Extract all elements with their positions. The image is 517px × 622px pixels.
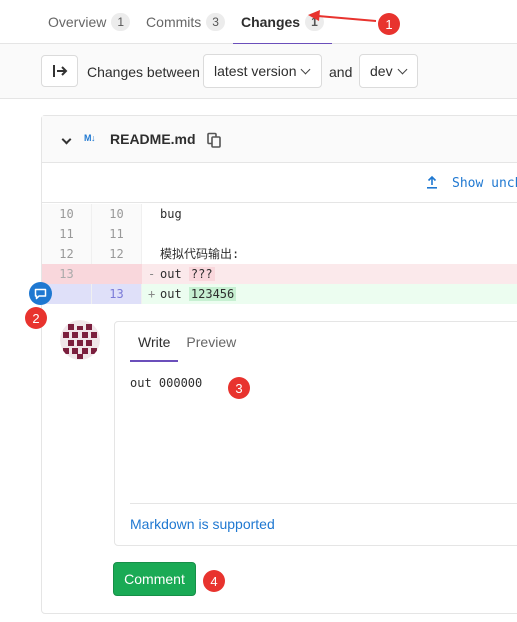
line-sign: + [148, 287, 156, 301]
line-content: 模拟代码输出: [142, 244, 517, 264]
add-comment-button[interactable] [29, 282, 52, 305]
line-content [142, 224, 517, 244]
line-text: out [160, 287, 189, 301]
line-text: out [160, 267, 189, 281]
chevron-down-icon[interactable] [61, 134, 72, 145]
line-text: 模拟代码输出: [160, 247, 240, 261]
editor-footer: Markdown is supported [130, 503, 517, 532]
annotation-marker-2: 2 [25, 307, 47, 329]
editor-tabs: Write Preview [130, 322, 244, 362]
annotation-marker-1: 1 [378, 13, 400, 35]
line-sign [148, 244, 160, 264]
file-name[interactable]: README.md [110, 131, 196, 147]
changes-between-label: Changes between [87, 64, 200, 80]
file-header[interactable]: M↓ README.md [42, 116, 517, 163]
diff-table: 10 10 bug 11 11 12 12 模拟代码输出: 13 - out ??… [42, 204, 517, 304]
merge-request-page: Overview 1 Commits 3 Changes 1 Changes b… [0, 0, 517, 622]
unchanged-lines-bar: Show unchanged lines [42, 164, 517, 203]
branch-dropdown[interactable]: dev [359, 54, 418, 88]
diff-line-removed: 13 - out ??? [42, 264, 517, 284]
mr-tabs: Overview 1 Commits 3 Changes 1 [0, 0, 517, 45]
version-dropdown-value: latest version [214, 63, 297, 79]
line-text: bug [160, 207, 182, 221]
line-content: + out 123456 [142, 284, 517, 304]
show-unchanged-lines-link[interactable]: Show unchanged lines [452, 176, 517, 191]
comment-editor: Write Preview out 000000 Markdown is sup… [114, 321, 517, 546]
old-line-number[interactable]: 12 [42, 244, 92, 264]
and-label: and [329, 64, 353, 80]
tab-write[interactable]: Write [130, 322, 179, 362]
line-sign [148, 204, 160, 224]
annotation-arrow [308, 10, 377, 22]
diff-toolbar: Changes between latest version and dev [0, 44, 517, 99]
chevron-down-icon [301, 64, 311, 74]
diff-line: 12 12 模拟代码输出: [42, 244, 517, 264]
annotation-marker-4: 4 [203, 570, 225, 592]
comment-button[interactable]: Comment [113, 562, 196, 596]
line-sign: - [148, 267, 156, 281]
old-line-number[interactable]: 11 [42, 224, 92, 244]
version-dropdown[interactable]: latest version [203, 54, 322, 88]
chevron-down-icon [397, 64, 408, 74]
copy-icon[interactable] [206, 132, 222, 148]
branch-dropdown-value: dev [370, 63, 393, 79]
added-text-highlight: 123456 [188, 287, 237, 301]
tab-label: Changes [240, 14, 301, 30]
annotation-marker-3: 3 [228, 377, 250, 399]
tab-label: Commits [146, 14, 202, 30]
new-line-number[interactable] [92, 264, 142, 284]
diff-comment-form: Write Preview out 000000 Markdown is sup… [42, 311, 517, 611]
diff-line: 10 10 bug [42, 204, 517, 224]
new-line-number[interactable]: 12 [92, 244, 142, 264]
toggle-file-tree-button[interactable] [41, 55, 78, 87]
markdown-supported-link[interactable]: Markdown is supported [130, 516, 275, 532]
new-line-number[interactable]: 11 [92, 224, 142, 244]
comment-textarea[interactable]: out 000000 [130, 376, 202, 390]
avatar[interactable] [60, 320, 100, 360]
tab-count-badge: 1 [111, 13, 131, 31]
tab-commits[interactable]: Commits 3 [138, 0, 233, 44]
tab-preview[interactable]: Preview [178, 322, 244, 362]
tab-overview[interactable]: Overview 1 [40, 0, 138, 44]
tab-label: Overview [48, 14, 107, 30]
removed-text-highlight: ??? [188, 267, 215, 281]
old-line-number[interactable]: 13 [42, 264, 92, 284]
new-line-number[interactable]: 13 [92, 284, 142, 304]
diff-line: 11 11 [42, 224, 517, 244]
new-line-number[interactable]: 10 [92, 204, 142, 224]
line-sign [148, 224, 160, 244]
diff-file: M↓ README.md Show unchanged lines 10 10 … [41, 115, 517, 614]
line-content: - out ??? [142, 264, 517, 284]
old-line-number[interactable]: 10 [42, 204, 92, 224]
arrow-up-icon [427, 175, 437, 189]
tab-count-badge: 3 [206, 13, 225, 31]
expand-sidebar-icon [52, 65, 67, 77]
diff-line-added: 13 + out 123456 [42, 284, 517, 304]
line-content: bug [142, 204, 517, 224]
markdown-icon: M↓ [84, 133, 96, 143]
comment-icon [34, 288, 47, 299]
